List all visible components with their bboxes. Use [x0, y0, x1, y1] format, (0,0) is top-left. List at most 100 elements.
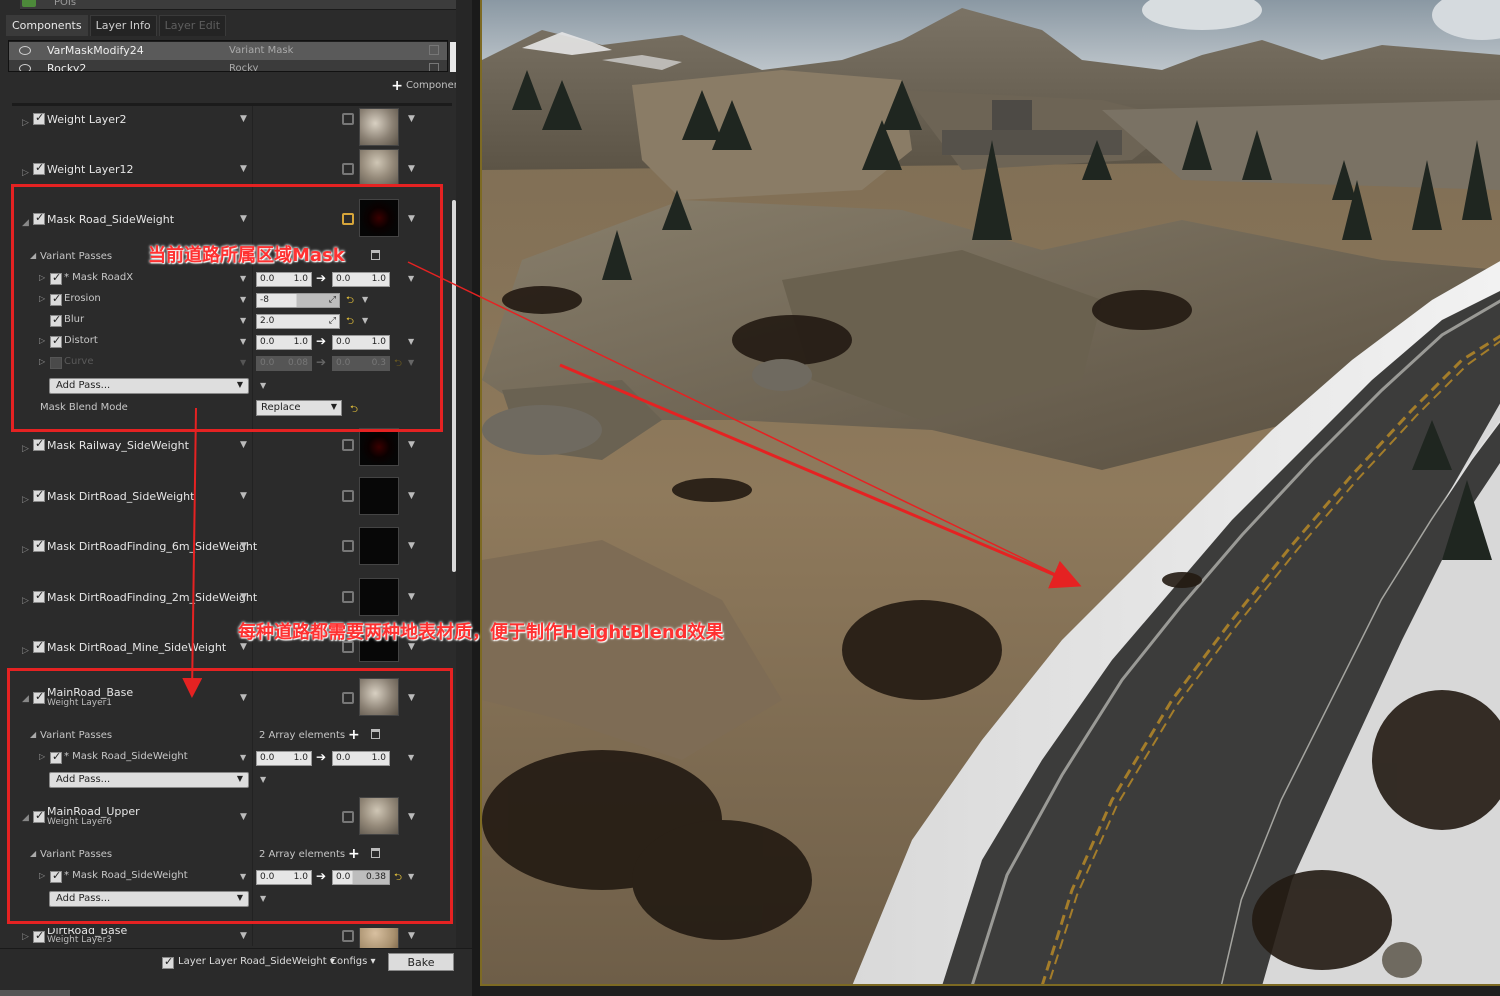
chevron-down-icon[interactable]: ▼	[240, 491, 247, 501]
pass-checkbox[interactable]	[50, 869, 62, 883]
pass-checkbox[interactable]	[50, 750, 62, 764]
chevron-down-icon[interactable]: ▼	[240, 316, 246, 325]
mask-thumbnail[interactable]	[359, 428, 399, 466]
expand-icon[interactable]: ⤢	[329, 295, 336, 305]
add-pass-dropdown[interactable]: Add Pass... ▼	[49, 891, 249, 907]
mask-thumbnail[interactable]	[359, 199, 399, 237]
chevron-down-icon[interactable]: ▼	[240, 214, 247, 224]
expand-arrow-icon[interactable]: ▷	[22, 545, 29, 555]
pass-row[interactable]: ▷ Distort ▼ 0.01.0 ➔ 0.01.0 ▼	[12, 332, 452, 352]
pass-row[interactable]: ▷ Erosion ▼ -8⤢ ⮌ ▼	[12, 290, 452, 310]
expand-arrow-icon[interactable]: ▷	[22, 932, 29, 942]
expand-arrow-icon[interactable]: ▷	[22, 596, 29, 606]
add-pass-dropdown[interactable]: Add Pass... ▼	[49, 772, 249, 788]
chevron-down-icon[interactable]: ▼	[240, 337, 246, 346]
range-max-input[interactable]: 0.0 1.0	[332, 335, 390, 350]
chevron-down-icon[interactable]: ▼	[408, 274, 414, 283]
chevron-down-icon[interactable]: ▼	[362, 316, 368, 325]
configs-menu[interactable]: Configs ▾	[330, 956, 376, 967]
chevron-down-icon[interactable]: ▼	[240, 541, 247, 551]
variant-passes-header[interactable]: ◢ Variant Passes 2 Array elements +	[12, 727, 452, 747]
layer-mode-icon[interactable]	[342, 439, 354, 451]
blur-input[interactable]: 2.0 ⤢	[256, 314, 340, 329]
pois-row[interactable]: POIs	[20, 0, 456, 10]
tab-components[interactable]: Components	[6, 15, 88, 36]
collapse-arrow-icon[interactable]: ◢	[30, 849, 36, 858]
chevron-down-icon[interactable]: ▼	[408, 592, 415, 602]
pass-row[interactable]: ▷ Curve ▼ 0.0 0.08 ➔ 0.0 0.3 ⮌ ▼	[12, 353, 452, 373]
pass-checkbox[interactable]	[50, 313, 62, 327]
pass-row[interactable]: ▷ * Mask Road_SideWeight ▼ 0.01.0 ➔ 0.00…	[12, 867, 452, 887]
layer-mode-icon[interactable]	[342, 540, 354, 552]
mask-thumbnail[interactable]	[359, 527, 399, 565]
variant-passes-header[interactable]: ◢ Variant Passes 2 Array elements +	[12, 846, 452, 866]
layer-checkbox[interactable]	[33, 690, 45, 704]
trash-icon[interactable]	[371, 250, 380, 260]
chevron-down-icon[interactable]: ▼	[260, 381, 266, 390]
chevron-down-icon[interactable]: ▼	[240, 592, 247, 602]
material-thumbnail[interactable]	[359, 928, 399, 948]
collapse-arrow-icon[interactable]: ◢	[22, 218, 29, 228]
expand-arrow-icon[interactable]: ▷	[39, 294, 45, 303]
chevron-down-icon[interactable]: ▼	[408, 440, 415, 450]
layer-checkbox[interactable]	[33, 929, 45, 943]
reset-icon[interactable]: ⮌	[350, 402, 358, 419]
chevron-down-icon[interactable]: ▼	[362, 295, 368, 304]
material-thumbnail[interactable]	[359, 797, 399, 835]
erosion-slider[interactable]: -8 ⤢	[256, 293, 340, 308]
expand-arrow-icon[interactable]: ▷	[39, 273, 45, 282]
layer-checkbox[interactable]	[33, 589, 45, 603]
layer-checkbox[interactable]	[33, 538, 45, 552]
reset-icon[interactable]: ⮌	[394, 356, 402, 373]
chevron-down-icon[interactable]: ▼	[408, 872, 414, 881]
layer-selector[interactable]: Layer Layer Road_SideWeight ▾	[178, 956, 335, 967]
pass-row[interactable]: ▷ * Mask RoadX ▼ 0.01.0 ➔ 0.01.0 ▼	[12, 269, 452, 289]
layer-toggle-checkbox[interactable]	[162, 955, 174, 969]
chevron-down-icon[interactable]: ▼	[260, 894, 266, 903]
pass-checkbox[interactable]	[50, 334, 62, 348]
chevron-down-icon[interactable]: ▼	[408, 114, 415, 124]
range-min-input[interactable]: 0.0 0.08	[256, 356, 312, 371]
layer-mode-icon[interactable]	[342, 163, 354, 175]
chevron-down-icon[interactable]: ▼	[408, 337, 414, 346]
chevron-down-icon[interactable]: ▼	[240, 295, 246, 304]
mask-thumbnail[interactable]	[359, 477, 399, 515]
trash-icon[interactable]	[371, 848, 380, 858]
reset-icon[interactable]: ⮌	[394, 870, 402, 887]
chevron-down-icon[interactable]: ▼	[240, 274, 246, 283]
material-thumbnail[interactable]	[359, 149, 399, 187]
layer-mode-icon[interactable]	[342, 930, 354, 942]
range-max-input[interactable]: 0.0 1.0	[332, 272, 390, 287]
blend-mode-select[interactable]: Replace ▼	[256, 400, 342, 416]
chevron-down-icon[interactable]: ▼	[408, 753, 414, 762]
reset-icon[interactable]: ⮌	[346, 293, 354, 310]
expand-arrow-icon[interactable]: ▷	[39, 871, 45, 880]
chevron-down-icon[interactable]: ▼	[240, 440, 247, 450]
panel-scrollbar[interactable]	[452, 200, 456, 572]
list-item[interactable]: Rocky2 Rocky	[9, 60, 447, 71]
expand-arrow-icon[interactable]: ▷	[22, 118, 29, 128]
layer-checkbox[interactable]	[33, 437, 45, 451]
layer-mode-icon[interactable]	[342, 113, 354, 125]
chevron-down-icon[interactable]: ▼	[240, 872, 246, 881]
eye-icon[interactable]	[19, 46, 31, 55]
layer-checkbox[interactable]	[33, 211, 45, 225]
visibility-eye-icon[interactable]	[22, 0, 36, 7]
expand-arrow-icon[interactable]: ▷	[39, 357, 45, 366]
collapse-arrow-icon[interactable]: ◢	[30, 251, 36, 260]
add-element-icon[interactable]: +	[348, 846, 360, 862]
collapse-arrow-icon[interactable]: ◢	[30, 730, 36, 739]
expand-arrow-icon[interactable]: ▷	[22, 168, 29, 178]
divider[interactable]	[12, 103, 452, 106]
range-min-input[interactable]: 0.0 1.0	[256, 751, 312, 766]
pass-checkbox[interactable]	[50, 357, 62, 369]
range-min-input[interactable]: 0.0 1.0	[256, 335, 312, 350]
pass-checkbox[interactable]	[50, 292, 62, 306]
chevron-down-icon[interactable]: ▼	[240, 114, 247, 124]
bake-button[interactable]: Bake	[388, 953, 454, 971]
chevron-down-icon[interactable]: ▼	[408, 541, 415, 551]
expand-arrow-icon[interactable]: ▷	[22, 646, 29, 656]
chevron-down-icon[interactable]: ▼	[408, 164, 415, 174]
add-component-button[interactable]: + Component	[391, 79, 464, 93]
material-thumbnail[interactable]	[359, 678, 399, 716]
